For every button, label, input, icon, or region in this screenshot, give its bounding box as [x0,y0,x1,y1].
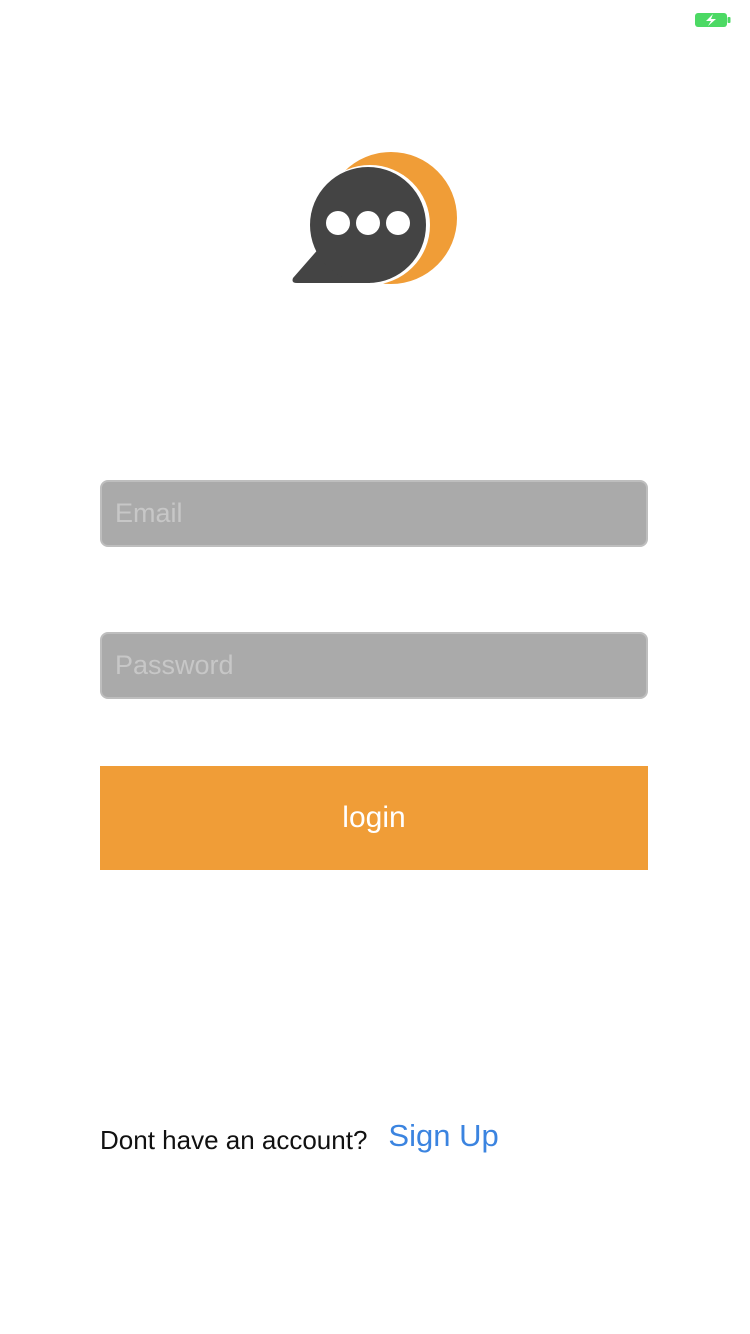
email-field[interactable] [100,480,648,547]
battery-charging-icon [695,13,731,27]
login-button[interactable]: login [100,766,648,870]
signup-prompt: Dont have an account? [100,1124,368,1155]
password-field[interactable] [100,632,648,699]
signup-link[interactable]: Sign Up [388,1118,498,1154]
signup-row: Dont have an account? Sign Up [100,1112,499,1160]
chat-bubble-logo-icon [292,152,457,285]
